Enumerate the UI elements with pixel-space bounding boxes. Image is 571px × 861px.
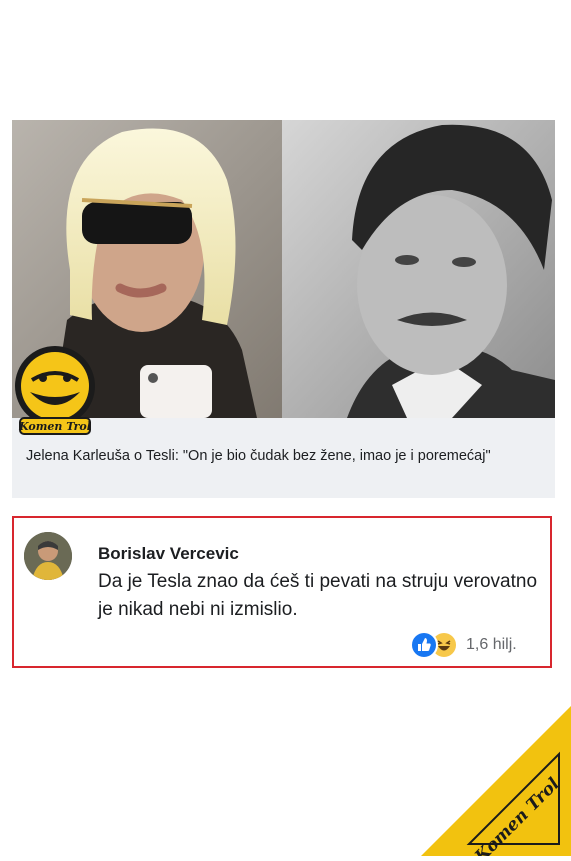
comment-author[interactable]: Borislav Vercevic: [98, 544, 239, 564]
reaction-count: 1,6 hilj.: [466, 636, 517, 653]
comment-box: Borislav Vercevic Da je Tesla znao da će…: [12, 516, 552, 668]
shared-article-card[interactable]: Komen Trol Jelena Karleuša o Tesli: "On …: [12, 120, 555, 498]
reactions-summary[interactable]: 1,6 hilj.: [410, 631, 517, 659]
comment-text: Da je Tesla znao da ćeš ti pevati na str…: [98, 571, 538, 620]
like-icon: [410, 631, 438, 659]
corner-watermark: Komen Trol: [421, 706, 571, 861]
article-headline[interactable]: Jelena Karleuša o Tesli: "On je bio čuda…: [26, 446, 536, 467]
logo-text: Komen Trol: [18, 420, 91, 433]
komentrol-logo: Komen Trol: [12, 340, 98, 440]
avatar[interactable]: [24, 532, 72, 580]
